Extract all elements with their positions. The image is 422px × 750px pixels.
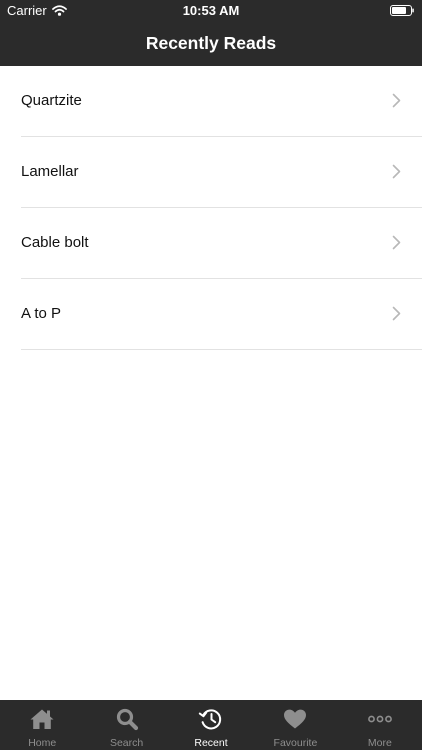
top-bar: Carrier 10:53 AM Recently Reads: [0, 0, 422, 66]
list-item[interactable]: Lamellar: [0, 137, 422, 208]
recent-list: Quartzite Lamellar Cable bolt A to P: [0, 66, 422, 350]
tab-home[interactable]: Home: [0, 700, 84, 750]
list-item[interactable]: Cable bolt: [0, 208, 422, 279]
history-icon: [198, 709, 222, 730]
list-item[interactable]: A to P: [0, 279, 422, 350]
tab-label: Favourite: [273, 737, 318, 749]
list-item-label: Quartzite: [21, 92, 82, 109]
status-bar: Carrier 10:53 AM: [0, 0, 422, 22]
tab-bar: Home Search Recent Favourite More: [0, 700, 422, 750]
chevron-right-icon: [392, 164, 401, 179]
more-icon: [367, 715, 392, 723]
search-icon: [116, 708, 138, 731]
tab-search[interactable]: Search: [84, 700, 168, 750]
tab-more[interactable]: More: [338, 700, 422, 750]
home-icon: [30, 709, 54, 729]
chevron-right-icon: [392, 93, 401, 108]
page-title: Recently Reads: [145, 33, 277, 53]
list-item-label: A to P: [21, 305, 62, 322]
chevron-right-icon: [392, 235, 401, 250]
heart-icon: [284, 709, 307, 729]
tab-label: Search: [109, 737, 144, 749]
tab-label: More: [367, 737, 392, 749]
list-item-label: Cable bolt: [21, 234, 89, 251]
tab-label: Recent: [194, 737, 228, 749]
status-time: 10:53 AM: [182, 3, 240, 18]
battery-icon: [390, 5, 414, 16]
tab-favourite[interactable]: Favourite: [253, 700, 337, 750]
row-separator: [21, 349, 422, 350]
list-item[interactable]: Quartzite: [0, 66, 422, 137]
tab-label: Home: [28, 737, 57, 749]
tab-recent[interactable]: Recent: [169, 700, 253, 750]
list-item-label: Lamellar: [21, 163, 79, 180]
chevron-right-icon: [392, 306, 401, 321]
